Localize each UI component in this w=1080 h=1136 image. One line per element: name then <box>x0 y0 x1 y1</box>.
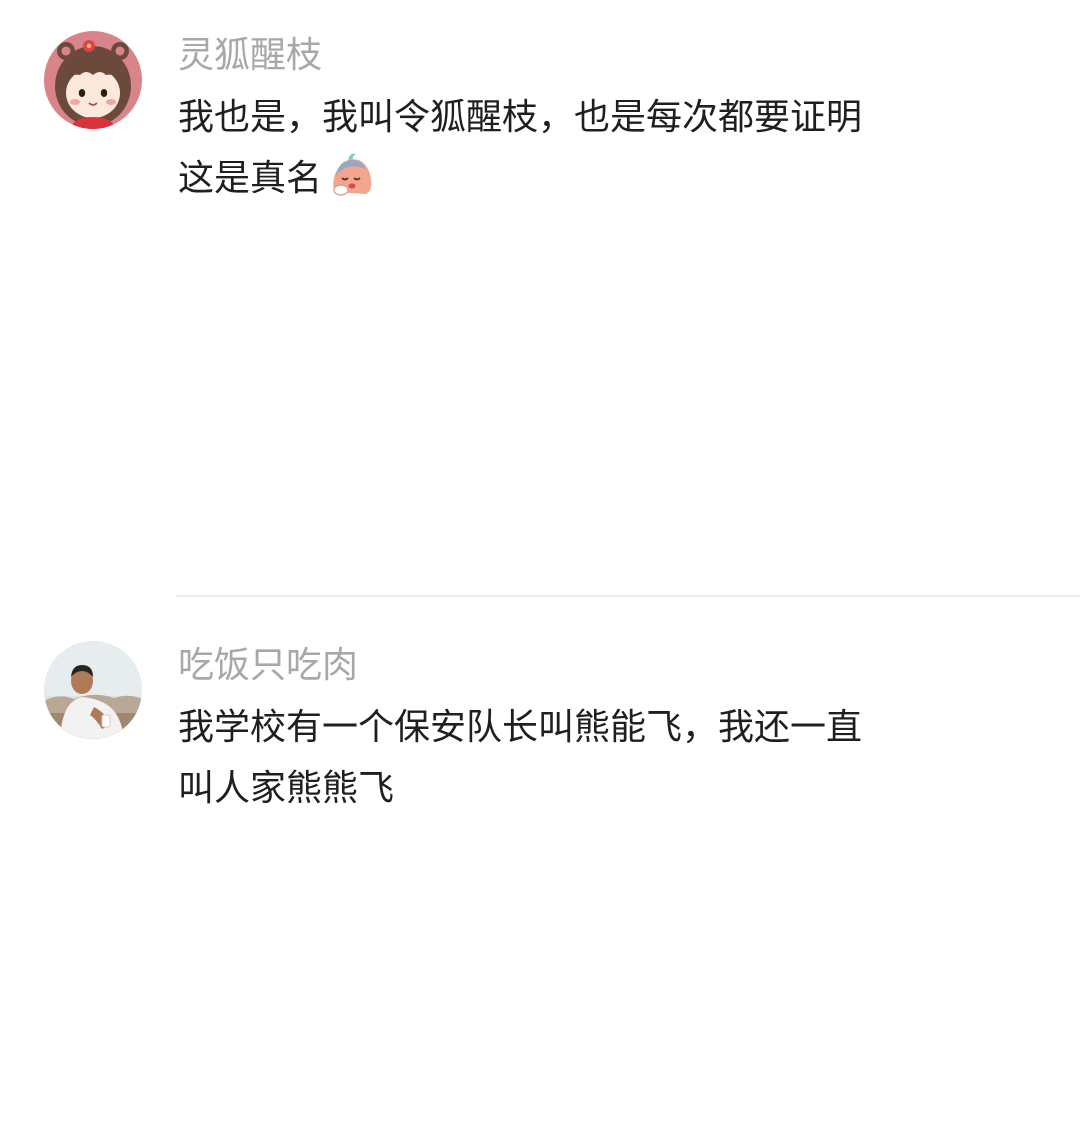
comment-text-fragment: 这是真名 <box>178 158 323 199</box>
photo-man-avatar-icon <box>44 641 142 739</box>
comment-item[interactable]: 吃饭只吃肉 我学校有一个保安队长叫熊能飞，我还一直 叫人家熊熊飞 <box>0 597 1080 1136</box>
comment-text: 我学校有一个保安队长叫熊能飞，我还一直 叫人家熊熊飞 <box>178 697 938 819</box>
comment-text-line: 叫人家熊熊飞 <box>178 768 395 809</box>
username[interactable]: 吃饭只吃肉 <box>178 644 358 688</box>
comment-text: 我也是，我叫令狐醒枝，也是每次都要证明 这是真名 <box>178 87 938 209</box>
avatar[interactable] <box>44 641 142 739</box>
comment-item[interactable]: 灵狐醒枝 我也是，我叫令狐醒枝，也是每次都要证明 这是真名 <box>0 0 1080 596</box>
comment-text-line: 这是真名 <box>178 148 938 209</box>
comment-text-line: 我学校有一个保安队长叫熊能飞，我还一直 <box>178 707 863 748</box>
sad-pleading-emoji-icon <box>326 150 374 198</box>
comment-text-line: 我也是，我叫令狐醒枝，也是每次都要证明 <box>178 97 863 138</box>
cartoon-girl-avatar-icon <box>44 31 142 129</box>
username[interactable]: 灵狐醒枝 <box>178 34 322 78</box>
avatar[interactable] <box>44 31 142 129</box>
